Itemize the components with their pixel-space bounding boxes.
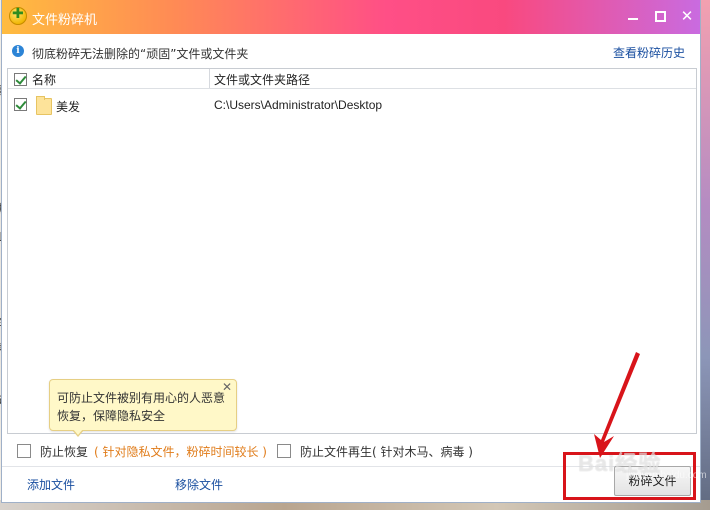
minimize-button[interactable]	[622, 6, 644, 26]
list-header: 名称 文件或文件夹路径	[8, 69, 696, 89]
app-logo-icon	[9, 6, 27, 25]
close-button[interactable]: ✕	[676, 6, 698, 26]
item-checkbox[interactable]	[14, 98, 27, 111]
prevent-regeneration-label[interactable]: 防止文件再生	[300, 443, 372, 460]
prevent-regeneration-checkbox[interactable]	[277, 444, 291, 458]
recovery-tooltip: 可防止文件被别有用心的人恶意恢复，保障隐私安全 ✕	[49, 379, 237, 437]
annotation-arrow-shape	[594, 352, 640, 458]
list-item[interactable]: 美发 C:\Users\Administrator\Desktop	[8, 94, 696, 116]
prevent-recovery-checkbox[interactable]	[17, 444, 31, 458]
prevent-regeneration-note: ( 针对木马、病毒 )	[372, 445, 473, 459]
tooltip-pointer	[72, 429, 84, 437]
maximize-button[interactable]	[649, 6, 671, 26]
add-files-link[interactable]: 添加文件	[27, 476, 75, 493]
tooltip-text: 可防止文件被别有用心的人恶意恢复，保障隐私安全	[57, 391, 226, 423]
prevent-recovery-note: ( 针对隐私文件，粉碎时间较长 )	[94, 445, 267, 459]
remove-files-link[interactable]: 移除文件	[175, 476, 223, 493]
annotation-arrow	[594, 352, 640, 458]
screenshot-stage: 瞏 加 L 全 看 可 文件粉碎机 ✕ i 彻底粉碎无法删除的“顽固”文件或文件…	[0, 0, 710, 510]
column-header-path[interactable]: 文件或文件夹路径	[214, 71, 310, 88]
window-title: 文件粉碎机	[32, 13, 98, 28]
column-header-name[interactable]: 名称	[32, 71, 56, 88]
info-text: 彻底粉碎无法删除的“顽固”文件或文件夹	[32, 47, 249, 61]
item-path: C:\Users\Administrator\Desktop	[214, 98, 383, 112]
view-shred-history-link[interactable]: 查看粉碎历史	[613, 44, 685, 61]
title-bar[interactable]: 文件粉碎机 ✕	[2, 0, 700, 34]
column-divider[interactable]	[209, 69, 210, 88]
info-bar: i 彻底粉碎无法删除的“顽固”文件或文件夹 查看粉碎历史	[2, 34, 700, 68]
tooltip-close-icon[interactable]: ✕	[222, 380, 232, 394]
select-all-checkbox[interactable]	[14, 73, 27, 86]
folder-icon	[36, 96, 52, 115]
baidu-watermark-url: jingyan.baidu.com	[626, 470, 707, 481]
item-name: 美发	[56, 100, 81, 114]
prevent-recovery-label[interactable]: 防止恢复	[40, 443, 88, 460]
info-icon: i	[12, 45, 24, 57]
